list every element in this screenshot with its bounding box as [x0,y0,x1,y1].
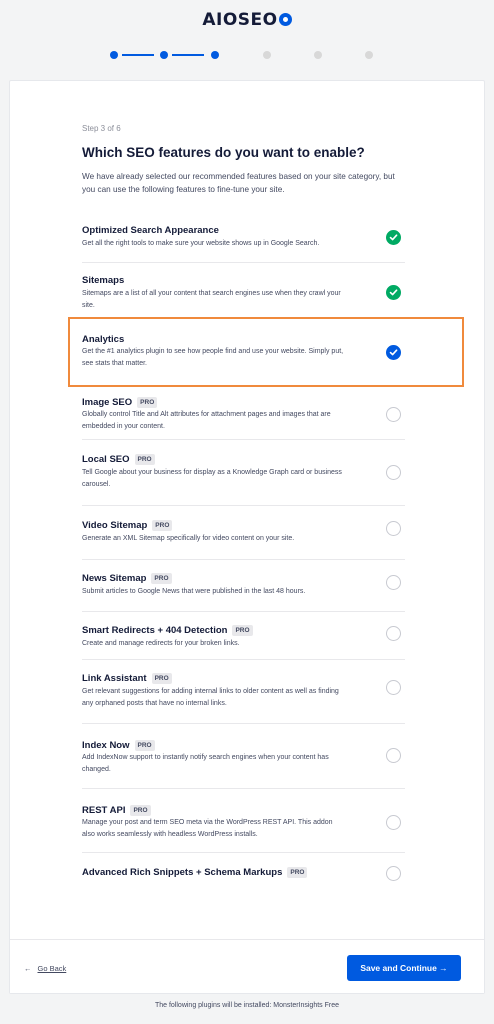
go-back-label: Go Back [37,964,67,973]
pro-badge: PRO [151,573,172,584]
feature-row[interactable]: News Sitemap PRO Submit articles to Google… [82,560,405,612]
wizard-footer: ← Go Back Save and Continue → [10,939,484,993]
feature-title: Analytics [82,334,124,346]
feature-title: Index Now PRO [82,740,155,752]
feature-row[interactable]: Video Sitemap PRO Generate an XML Sitemap … [82,506,405,560]
step-dot-3 [211,51,219,59]
go-back-link[interactable]: ← Go Back [24,964,66,973]
feature-description: Get all the right tools to make sure you… [82,240,320,247]
feature-title: Link Assistant PRO [82,673,172,685]
gear-icon [278,12,292,26]
feature-description: Generate an XML Sitemap specifically for… [82,535,295,542]
feature-title: Smart Redirects + 404 Detection PRO [82,625,253,637]
step-dot-2 [160,51,168,59]
pro-badge: PRO [130,805,151,816]
feature-title: Video Sitemap PRO [82,520,173,532]
pro-badge: PRO [151,673,172,684]
feature-row[interactable]: Local SEO PRO Tell Google about your busin… [82,440,405,506]
feature-title: Sitemaps [82,275,124,287]
page-title: Which SEO features do you want to enable… [82,145,365,160]
feature-title-text: Optimized Search Appearance [82,225,219,236]
logo-text: AIOSEO [202,10,278,30]
save-and-continue-button[interactable]: Save and Continue → [347,955,461,981]
pro-badge: PRO [137,397,158,408]
arrow-left-icon: ← [24,964,32,973]
step-dot-4 [263,51,271,59]
feature-row[interactable]: Link Assistant PRO Get relevant suggestion… [82,660,405,724]
feature-title-text: REST API [82,805,126,816]
feature-row[interactable]: Smart Redirects + 404 Detection PRO Create… [82,612,405,660]
unchecked-checkbox-icon[interactable] [386,575,401,590]
aioseo-logo: AIOSEO [0,10,494,32]
feature-title-text: Image SEO [82,397,133,408]
feature-title: Optimized Search Appearance [82,225,219,237]
checked-checkbox-icon[interactable] [386,230,401,245]
checked-checkbox-icon[interactable] [386,285,401,300]
step-label: Step 3 of 6 [82,124,121,133]
unchecked-checkbox-icon[interactable] [386,626,401,641]
feature-row[interactable]: Advanced Rich Snippets + Schema Markups P… [82,853,405,897]
feature-description: Get the #1 analytics plugin to see how p… [82,348,344,367]
pro-badge: PRO [134,740,155,751]
feature-title-text: Index Now [82,740,130,751]
progress-stepper [110,50,380,60]
feature-title-text: Video Sitemap [82,520,148,531]
step-connector-1 [122,54,154,56]
unchecked-checkbox-icon[interactable] [386,748,401,763]
feature-row[interactable]: Image SEO PRO Globally control Title and A… [82,387,405,440]
feature-title: REST API PRO [82,805,151,817]
intro-text: We have already selected our recommended… [82,172,395,194]
feature-title-text: Sitemaps [82,275,125,286]
feature-row[interactable]: Optimized Search Appearance Get all the r… [82,215,405,263]
unchecked-checkbox-icon[interactable] [386,407,401,422]
feature-title: Local SEO PRO [82,454,155,466]
unchecked-checkbox-icon[interactable] [386,815,401,830]
feature-description: Get relevant suggestions for adding inte… [82,688,339,707]
unchecked-checkbox-icon[interactable] [386,866,401,881]
wizard-card: Step 3 of 6 Which SEO features do you wa… [9,80,485,994]
step-dot-6 [365,51,373,59]
feature-title-text: Link Assistant [82,673,147,684]
pro-badge: PRO [134,454,155,465]
step-connector-2 [172,54,204,56]
pro-badge: PRO [232,625,253,636]
feature-description: Sitemaps are a list of all your content … [82,290,341,309]
feature-row[interactable]: Index Now PRO Add IndexNow support to inst… [82,724,405,789]
feature-title-text: Advanced Rich Snippets + Schema Markups [82,867,283,878]
feature-description: Globally control Title and Alt attribute… [82,411,331,430]
feature-title-text: Local SEO [82,454,130,465]
feature-row[interactable]: REST API PRO Manage your post and term SEO… [82,789,405,853]
step-dot-5 [314,51,322,59]
feature-title: Advanced Rich Snippets + Schema Markups P… [82,867,308,879]
unchecked-checkbox-icon[interactable] [386,465,401,480]
unchecked-checkbox-icon[interactable] [386,680,401,695]
unchecked-checkbox-icon[interactable] [386,521,401,536]
feature-row[interactable]: Sitemaps Sitemaps are a list of all your … [82,263,405,321]
feature-description: Create and manage redirects for your bro… [82,640,240,647]
feature-description: Submit articles to Google News that were… [82,588,306,595]
pro-badge: PRO [287,867,308,878]
step-dot-1 [110,51,118,59]
feature-title: News Sitemap PRO [82,573,172,585]
install-note: The following plugins will be installed:… [154,1002,340,1009]
feature-title: Image SEO PRO [82,397,158,409]
feature-title-text: News Sitemap [82,573,147,584]
feature-description: Manage your post and term SEO meta via t… [82,819,333,838]
feature-title-text: Analytics [82,334,125,345]
feature-title-text: Smart Redirects + 404 Detection [82,625,228,636]
pro-badge: PRO [152,520,173,531]
feature-row[interactable]: Analytics Get the #1 analytics plugin to … [82,321,405,387]
checked-checkbox-icon[interactable] [386,345,401,360]
feature-description: Tell Google about your business for disp… [82,469,342,488]
feature-description: Add IndexNow support to instantly notify… [82,754,329,773]
